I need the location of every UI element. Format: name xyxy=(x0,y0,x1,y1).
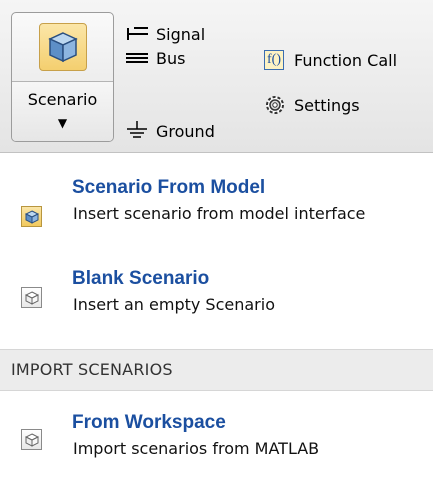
scenario-button-top[interactable] xyxy=(12,13,113,82)
bus-button[interactable]: Bus xyxy=(124,47,185,69)
section-header-label: IMPORT SCENARIOS xyxy=(11,360,173,379)
gear-icon xyxy=(264,94,286,116)
ground-icon xyxy=(124,120,150,142)
scenario-dropdown-window: Scenario ▼ Signal Bus Ground f() Functio… xyxy=(0,0,433,487)
cube-icon xyxy=(38,23,87,71)
signal-icon xyxy=(124,23,150,45)
ground-button[interactable]: Ground xyxy=(124,120,215,142)
menu-item-description: Insert scenario from model interface xyxy=(73,204,366,223)
menu-item-title: From Workspace xyxy=(72,412,226,433)
menu-item-title: Blank Scenario xyxy=(72,268,210,289)
menu-item-title: Scenario From Model xyxy=(72,177,266,198)
scenario-split-button[interactable]: Scenario ▼ xyxy=(11,12,114,142)
signal-label: Signal xyxy=(156,24,206,44)
section-header-import: IMPORT SCENARIOS xyxy=(0,349,433,391)
function-call-icon: f() xyxy=(262,49,286,71)
settings-button[interactable]: Settings xyxy=(264,94,360,116)
menu-item-blank-scenario[interactable]: Blank Scenario Insert an empty Scenario xyxy=(0,260,433,340)
scenario-blank-icon xyxy=(21,287,42,308)
bus-icon xyxy=(124,47,150,69)
scenario-button-label: Scenario xyxy=(27,90,98,109)
chevron-down-icon: ▼ xyxy=(57,116,68,130)
workspace-icon xyxy=(21,429,42,450)
bus-label: Bus xyxy=(156,48,186,68)
menu-item-scenario-from-model[interactable]: Scenario From Model Insert scenario from… xyxy=(0,170,433,250)
ground-label: Ground xyxy=(156,121,215,141)
settings-label: Settings xyxy=(294,95,360,115)
function-call-glyph: f() xyxy=(264,50,284,70)
menu-item-from-workspace[interactable]: From Workspace Import scenarios from MAT… xyxy=(0,400,433,480)
menu-item-description: Insert an empty Scenario xyxy=(73,295,275,314)
function-call-button[interactable]: f() Function Call xyxy=(262,49,397,71)
function-call-label: Function Call xyxy=(294,50,398,70)
scenario-button-dropdown[interactable]: Scenario ▼ xyxy=(12,82,113,141)
signal-button[interactable]: Signal xyxy=(124,23,205,45)
toolstrip: Scenario ▼ Signal Bus Ground f() Functio… xyxy=(0,0,433,153)
scenario-model-icon xyxy=(21,206,42,227)
menu-item-description: Import scenarios from MATLAB xyxy=(73,439,320,458)
